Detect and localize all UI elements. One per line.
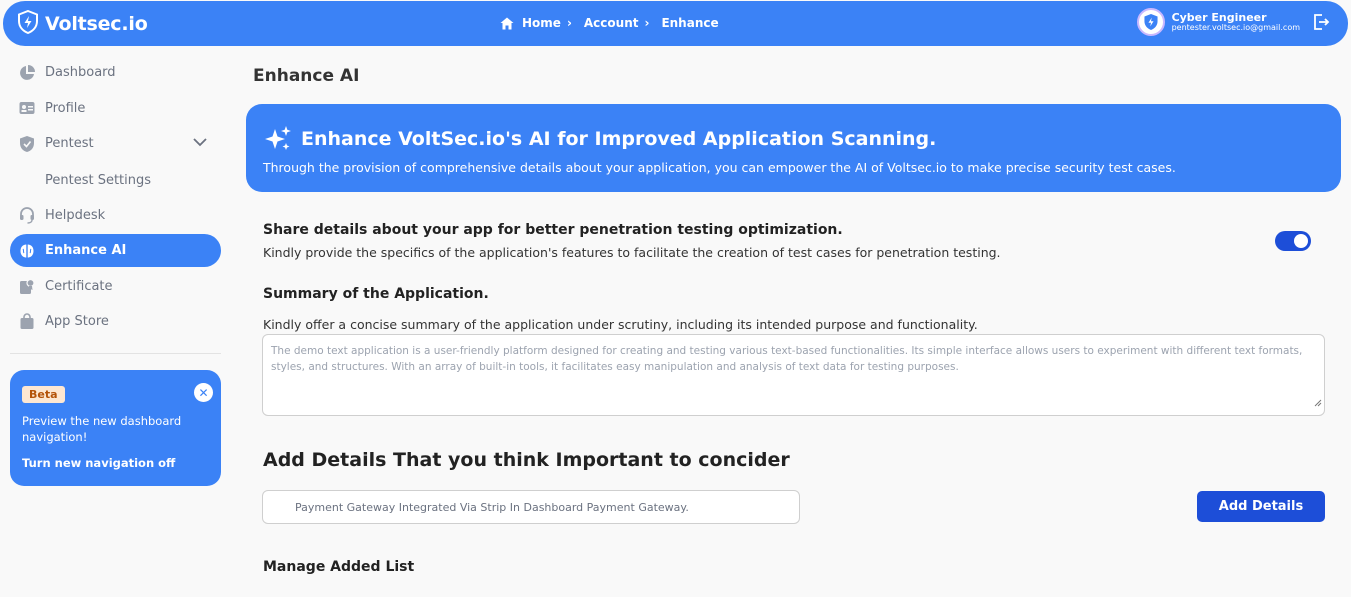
details-input[interactable]: Payment Gateway Integrated Via Strip In … <box>262 490 800 524</box>
toggle-knob <box>1294 234 1308 248</box>
breadcrumb: Home › Account › Enhance <box>500 16 719 30</box>
avatar[interactable] <box>1136 8 1165 36</box>
sparkles-icon <box>263 125 293 153</box>
user-email: pentester.voltsec.io@gmail.com <box>1171 22 1300 32</box>
chevron-right-icon: › <box>566 16 572 30</box>
breadcrumb-enhance[interactable]: Enhance <box>661 16 718 30</box>
sidebar-item-certificate[interactable]: Certificate <box>10 270 221 303</box>
shield-icon <box>18 135 36 153</box>
sidebar-item-label: App Store <box>45 314 109 329</box>
chevron-right-icon: › <box>644 16 650 30</box>
headset-icon <box>18 206 36 224</box>
brand-logo[interactable]: Voltsec.io <box>17 9 148 38</box>
summary-textarea[interactable]: The demo text application is a user-frie… <box>262 334 1325 416</box>
brand-name: Voltsec.io <box>45 13 148 35</box>
share-details-toggle[interactable] <box>1275 231 1311 251</box>
top-navbar: Voltsec.io Home › Account › Enhance Cybe… <box>3 1 1348 46</box>
share-details-title: Share details about your app for better … <box>263 222 843 238</box>
sidebar-item-label: Dashboard <box>45 65 116 80</box>
certificate-icon <box>18 277 36 295</box>
summary-placeholder: The demo text application is a user-frie… <box>271 345 1303 373</box>
manage-list-title: Manage Added List <box>263 559 415 575</box>
sidebar-item-label: Helpdesk <box>45 207 106 223</box>
sidebar-item-label: Pentest <box>45 136 94 151</box>
breadcrumb-home[interactable]: Home <box>522 16 561 30</box>
close-icon[interactable]: ✕ <box>194 383 213 402</box>
banner-title: Enhance VoltSec.io's AI for Improved App… <box>301 128 937 150</box>
page-title: Enhance AI <box>253 66 360 86</box>
beta-description: Preview the new dashboard navigation! <box>22 414 182 445</box>
pie-chart-icon <box>18 64 36 82</box>
info-banner: Enhance VoltSec.io's AI for Improved App… <box>246 104 1341 192</box>
sidebar-divider <box>10 353 221 354</box>
sidebar: Dashboard Profile Pentest Pentest Settin… <box>10 56 221 486</box>
id-card-icon <box>18 99 36 117</box>
logout-icon[interactable] <box>1312 13 1330 31</box>
sidebar-item-dashboard[interactable]: Dashboard <box>10 56 221 89</box>
user-menu[interactable]: Cyber Engineer pentester.voltsec.io@gmai… <box>1136 8 1330 36</box>
sidebar-item-label: Profile <box>45 100 86 116</box>
brain-icon <box>18 242 36 260</box>
sidebar-item-pentest-settings[interactable]: Pentest Settings <box>10 163 221 199</box>
resize-handle-icon[interactable] <box>1313 397 1322 413</box>
sidebar-item-helpdesk[interactable]: Helpdesk <box>10 199 221 232</box>
sidebar-item-pentest[interactable]: Pentest <box>10 127 221 160</box>
share-details-description: Kindly provide the specifics of the appl… <box>263 245 1001 260</box>
bag-icon <box>18 313 36 331</box>
breadcrumb-account[interactable]: Account <box>584 16 639 30</box>
details-input-value: Payment Gateway Integrated Via Strip In … <box>295 500 689 514</box>
sidebar-item-app-store[interactable]: App Store <box>10 305 221 338</box>
summary-description: Kindly offer a concise summary of the ap… <box>263 317 978 332</box>
beta-badge: Beta <box>22 386 65 403</box>
summary-title: Summary of the Application. <box>263 286 489 302</box>
sidebar-item-label: Certificate <box>45 278 113 294</box>
add-details-title: Add Details That you think Important to … <box>263 449 790 471</box>
sidebar-item-label: Pentest Settings <box>45 173 152 188</box>
beta-card: Beta ✕ Preview the new dashboard navigat… <box>10 370 221 486</box>
chevron-down-icon[interactable] <box>193 136 207 151</box>
home-icon[interactable] <box>500 17 514 30</box>
shield-bolt-icon <box>17 9 39 38</box>
sidebar-item-label: Enhance AI <box>45 243 127 258</box>
sidebar-item-enhance-ai[interactable]: Enhance AI <box>10 234 221 267</box>
add-details-button[interactable]: Add Details <box>1197 491 1325 522</box>
banner-subtitle: Through the provision of comprehensive d… <box>263 160 1176 175</box>
user-name: Cyber Engineer <box>1171 10 1267 24</box>
turn-off-navigation-link[interactable]: Turn new navigation off <box>22 456 209 470</box>
sidebar-item-profile[interactable]: Profile <box>10 92 221 125</box>
